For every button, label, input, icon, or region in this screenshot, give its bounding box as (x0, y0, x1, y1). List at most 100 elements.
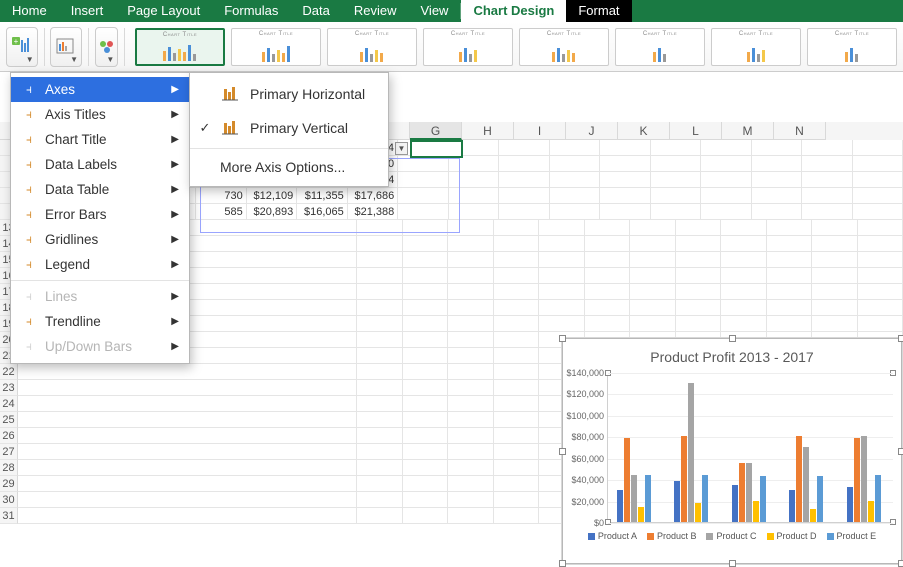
tab-review[interactable]: Review (342, 0, 409, 22)
col-header-H[interactable]: H (462, 122, 514, 140)
row-header[interactable]: 22 (0, 364, 18, 380)
tab-format[interactable]: Format (566, 0, 631, 22)
tab-formulas[interactable]: Formulas (212, 0, 290, 22)
bar-Product-B[interactable] (796, 436, 802, 522)
ribbon-tabs: Home Insert Page Layout Formulas Data Re… (0, 0, 903, 22)
chart-title[interactable]: Product Profit 2013 - 2017 (563, 349, 901, 365)
bar-Product-E[interactable] (645, 475, 651, 522)
chart-legend[interactable]: Product A Product B Product C Product D Prod… (563, 531, 901, 541)
menu-item-legend[interactable]: ⫞Legend▶ (11, 252, 189, 277)
bar-Product-C[interactable] (631, 475, 637, 522)
bar-Product-C[interactable] (688, 383, 694, 522)
bar-Product-A[interactable] (674, 481, 680, 522)
tab-data[interactable]: Data (290, 0, 341, 22)
bar-Product-D[interactable] (810, 509, 816, 522)
menu-item-trendline[interactable]: ⫞Trendline▶ (11, 309, 189, 334)
row-header[interactable]: 23 (0, 380, 18, 396)
bar-Product-E[interactable] (702, 475, 708, 522)
row-header[interactable]: 27 (0, 444, 18, 460)
legend-item[interactable]: Product A (588, 531, 637, 541)
menu-item-icon: ⫞ (21, 232, 37, 247)
chart-style-4[interactable]: Chart Title (423, 28, 513, 66)
bar-Product-C[interactable] (803, 447, 809, 522)
legend-item[interactable]: Product E (827, 531, 877, 541)
chart-style-2[interactable]: Chart Title (231, 28, 321, 66)
col-header-M[interactable]: M (722, 122, 774, 140)
menu-item-data-labels[interactable]: ⫞Data Labels▶ (11, 152, 189, 177)
bar-Product-B[interactable] (739, 463, 745, 522)
chart-style-1[interactable]: Chart Title (135, 28, 225, 66)
bar-Product-E[interactable] (760, 476, 766, 522)
chart-style-7[interactable]: Chart Title (711, 28, 801, 66)
bar-Product-C[interactable] (861, 436, 867, 522)
bar-Product-B[interactable] (681, 436, 687, 522)
embedded-chart[interactable]: Product Profit 2013 - 2017 $0$20,000$40,… (562, 338, 902, 564)
menu-item-gridlines[interactable]: ⫞Gridlines▶ (11, 227, 189, 252)
menu-item-axis-titles[interactable]: ⫞Axis Titles▶ (11, 102, 189, 127)
bar-Product-E[interactable] (875, 475, 881, 522)
tab-chart-design[interactable]: Chart Design (461, 0, 566, 22)
row-header[interactable]: 28 (0, 460, 18, 476)
row-header[interactable]: 30 (0, 492, 18, 508)
add-chart-element-button[interactable]: + ▼ (6, 27, 38, 67)
menu-item-error-bars[interactable]: ⫞Error Bars▶ (11, 202, 189, 227)
bar-Product-D[interactable] (753, 501, 759, 522)
chart-style-6[interactable]: Chart Title (615, 28, 705, 66)
row-header[interactable]: 29 (0, 476, 18, 492)
col-header-N[interactable]: N (774, 122, 826, 140)
chart-style-8[interactable]: Chart Title (807, 28, 897, 66)
bar-Product-D[interactable] (868, 501, 874, 522)
legend-item[interactable]: Product B (647, 531, 697, 541)
data-cell[interactable]: 585 (196, 204, 246, 220)
row-header[interactable]: 25 (0, 412, 18, 428)
filter-dropdown-button[interactable]: ▼ (395, 142, 408, 155)
bar-Product-D[interactable] (638, 507, 644, 522)
tab-home[interactable]: Home (0, 0, 59, 22)
submenu-arrow-icon: ▶ (171, 259, 179, 270)
col-header-L[interactable]: L (670, 122, 722, 140)
svg-text:+: + (14, 37, 19, 46)
menu-item-chart-title[interactable]: ⫞Chart Title▶ (11, 127, 189, 152)
chart-plot-area[interactable]: $0$20,000$40,000$60,000$80,000$100,000$1… (607, 373, 893, 523)
bar-Product-A[interactable] (789, 490, 795, 522)
menu-item-axes[interactable]: ⫞Axes▶ (11, 77, 189, 102)
change-colors-button[interactable]: ▼ (95, 27, 119, 67)
bar-Product-A[interactable] (732, 485, 738, 523)
data-cell[interactable]: $21,388 (348, 204, 398, 220)
data-cell[interactable]: $20,893 (247, 204, 297, 220)
bar-Product-C[interactable] (746, 463, 752, 522)
chart-style-gallery: Chart Title Chart Title Chart Title Char… (131, 28, 897, 66)
chart-style-3[interactable]: Chart Title (327, 28, 417, 66)
submenu-item-primary-vertical[interactable]: ✓Primary Vertical (190, 111, 388, 145)
data-cell[interactable]: $17,686 (348, 188, 398, 204)
bar-Product-A[interactable] (617, 490, 623, 522)
col-header-I[interactable]: I (514, 122, 566, 140)
legend-item[interactable]: Product C (706, 531, 756, 541)
row-header[interactable]: 31 (0, 508, 18, 524)
data-cell[interactable]: 730 (196, 188, 246, 204)
data-cell[interactable]: $11,355 (297, 188, 347, 204)
row-header[interactable]: 26 (0, 428, 18, 444)
col-header-J[interactable]: J (566, 122, 618, 140)
data-cell[interactable]: $12,109 (247, 188, 297, 204)
menu-item-label: Up/Down Bars (45, 339, 163, 354)
submenu-item-primary-horizontal[interactable]: Primary Horizontal (190, 77, 388, 111)
bar-Product-B[interactable] (854, 438, 860, 522)
bar-Product-D[interactable] (695, 503, 701, 522)
submenu-more-axis-options[interactable]: More Axis Options... (190, 152, 388, 182)
chart-style-5[interactable]: Chart Title (519, 28, 609, 66)
bar-Product-E[interactable] (817, 476, 823, 522)
tab-page-layout[interactable]: Page Layout (115, 0, 212, 22)
tab-insert[interactable]: Insert (59, 0, 116, 22)
bar-Product-A[interactable] (847, 487, 853, 522)
data-cell[interactable]: $16,065 (297, 204, 347, 220)
row-header[interactable]: 24 (0, 396, 18, 412)
menu-item-data-table[interactable]: ⫞Data Table▶ (11, 177, 189, 202)
col-header-K[interactable]: K (618, 122, 670, 140)
legend-item[interactable]: Product D (767, 531, 817, 541)
tab-view[interactable]: View (409, 0, 461, 22)
bar-Product-B[interactable] (624, 438, 630, 522)
menu-item-icon: ⫞ (21, 107, 37, 122)
col-header-G[interactable]: G (410, 122, 462, 140)
quick-layout-button[interactable]: ▼ (50, 27, 82, 67)
